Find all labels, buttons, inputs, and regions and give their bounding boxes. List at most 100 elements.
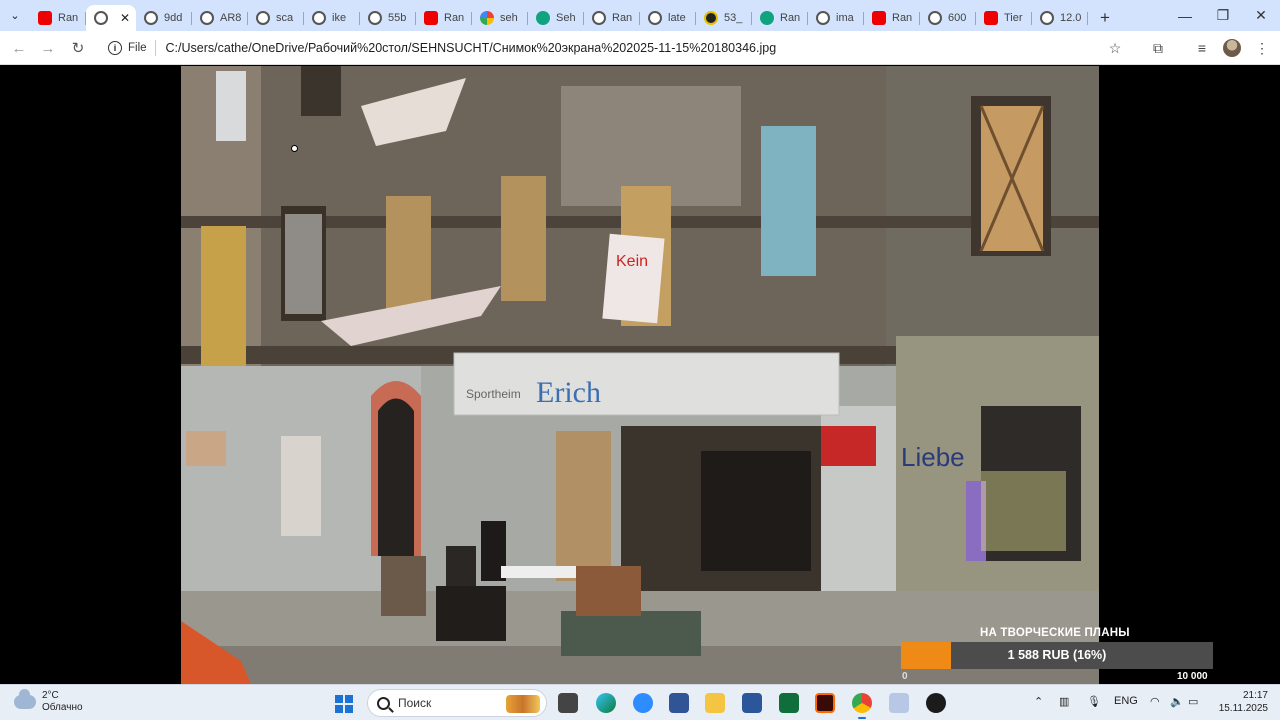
windows-taskbar: 2°C Облачно Поиск ⌃ ▥ 🎙 ENG ◠ 🔈 ▭ 21:17 … (0, 684, 1280, 720)
windows-start-icon[interactable] (335, 695, 353, 713)
google-icon (480, 11, 494, 25)
tab-17[interactable]: Tier (976, 5, 1032, 31)
word-icon[interactable] (742, 693, 762, 713)
close-window-icon[interactable]: ✕ (1242, 0, 1280, 31)
tab-label: Ran (612, 12, 633, 24)
url-text[interactable]: C:/Users/cathe/OneDrive/Рабочий%20стол/S… (166, 41, 777, 55)
globe-icon (1040, 11, 1054, 25)
forward-arrow-icon[interactable]: → (35, 36, 61, 60)
tab-label: 12.0 (1060, 12, 1082, 24)
wifi-icon[interactable]: ◠ (1150, 695, 1160, 708)
globe-icon (592, 11, 606, 25)
tab-label: ima (836, 12, 854, 24)
banner-text: Kein (616, 253, 648, 270)
tab-label: Seh (556, 12, 576, 24)
file-explorer-icon[interactable] (705, 693, 725, 713)
tab-13[interactable]: Ran (752, 5, 808, 31)
tab-10[interactable]: Ran (584, 5, 640, 31)
scheme-label: File (128, 42, 147, 54)
globe-icon (312, 11, 326, 25)
taskbar-search[interactable]: Поиск (367, 689, 547, 717)
donation-max-label: 10 000 (1177, 671, 1208, 682)
minimize-icon[interactable]: — (1166, 0, 1204, 31)
app-green-icon[interactable] (779, 693, 799, 713)
divider (154, 40, 156, 56)
illustrator-icon[interactable] (815, 693, 835, 713)
globe-icon (648, 11, 662, 25)
tab-18[interactable]: 12.0 (1032, 5, 1088, 31)
tab-15[interactable]: Ran (864, 5, 920, 31)
extensions-puzzle-icon[interactable]: ⧉ (1149, 39, 1167, 57)
tab-7[interactable]: Ran (416, 5, 472, 31)
clock-time: 21:17 (1242, 690, 1268, 701)
bookmark-star-icon[interactable]: ☆ (1106, 39, 1124, 57)
image-viewer: Kein Sportheim Erich Liebe (0, 66, 1280, 684)
app-icon (704, 11, 718, 25)
donation-progress-bar: 1 588 RUB (16%) (901, 642, 1213, 669)
battery-icon[interactable]: ▭ (1188, 695, 1198, 708)
snipping-tool-icon[interactable] (889, 693, 909, 713)
volume-icon[interactable]: 🔈 (1170, 695, 1184, 708)
zoom-icon[interactable] (633, 693, 653, 713)
tab-9[interactable]: Seh (528, 5, 584, 31)
tab-1[interactable]: ✕ (86, 5, 136, 31)
chatgpt-icon (760, 11, 774, 25)
tab-label: 9dd (164, 12, 183, 24)
tab-6[interactable]: 55b (360, 5, 416, 31)
tab-close-icon[interactable]: ✕ (120, 11, 130, 25)
office-app-icon[interactable] (669, 693, 689, 713)
new-tab-button[interactable]: + (1092, 5, 1118, 31)
tab-search-chevron-icon[interactable]: ⌄ (0, 0, 30, 31)
profile-avatar[interactable] (1223, 39, 1241, 57)
donation-goal-title: НА ТВОРЧЕСКИЕ ПЛАНЫ (980, 627, 1130, 639)
app-dark-icon[interactable] (926, 693, 946, 713)
clock-date: 15.11.2025 (1218, 703, 1268, 714)
show-hidden-icons-chevron[interactable]: ⌃ (1034, 695, 1043, 708)
donation-amount: 1 588 RUB (16%) (1007, 648, 1107, 662)
reload-icon[interactable]: ↻ (65, 36, 91, 60)
site-info-icon[interactable]: i (108, 41, 122, 55)
tab-5[interactable]: ike (304, 5, 360, 31)
youtube-icon (38, 11, 52, 25)
tab-label: Tier (1004, 12, 1023, 24)
tab-label: seh (500, 12, 518, 24)
tab-label: AR8 (220, 12, 242, 24)
task-manager-icon[interactable]: ▥ (1059, 695, 1069, 708)
tab-label: Ran (58, 12, 79, 24)
globe-icon (816, 11, 830, 25)
globe-icon (368, 11, 382, 25)
tab-8[interactable]: seh (472, 5, 528, 31)
microphone-icon[interactable]: 🎙 (1087, 695, 1101, 708)
donation-min-label: 0 (902, 671, 908, 682)
media-controls-icon[interactable]: ≡ (1193, 39, 1211, 57)
chrome-icon[interactable] (852, 693, 872, 719)
search-highlight-image (506, 695, 540, 713)
tab-12[interactable]: 53_ (696, 5, 752, 31)
tab-3[interactable]: AR8 (192, 5, 248, 31)
task-view-icon[interactable] (558, 693, 578, 713)
tab-0[interactable]: Ran (30, 5, 86, 31)
cloud-icon (14, 689, 36, 709)
search-placeholder: Поиск (398, 696, 432, 710)
tab-4[interactable]: sca (248, 5, 304, 31)
edge-icon[interactable] (596, 693, 616, 713)
tab-strip: ⌄ Ran ✕ 9dd AR8 sca ike 55b Ran seh Seh Ran late 53_… (0, 0, 1280, 31)
restore-icon[interactable]: ❐ (1204, 0, 1242, 31)
weather-widget[interactable]: 2°C Облачно (14, 689, 83, 714)
tab-2[interactable]: 9dd (136, 5, 192, 31)
language-indicator[interactable]: ENG (1114, 695, 1138, 707)
youtube-icon (984, 11, 998, 25)
youtube-icon (424, 11, 438, 25)
tab-label: 600 (948, 12, 967, 24)
back-arrow-icon[interactable]: ← (6, 36, 32, 60)
street-photo[interactable]: Kein Sportheim Erich Liebe (181, 66, 1099, 684)
address-bar[interactable]: i File C:/Users/cathe/OneDrive/Рабочий%2… (100, 34, 1140, 62)
search-icon (377, 696, 390, 710)
globe-icon (256, 11, 270, 25)
tab-16[interactable]: 600 (920, 5, 976, 31)
weather-temp: 2°C (42, 690, 59, 701)
more-menu-icon[interactable]: ⋮ (1253, 39, 1271, 57)
tab-14[interactable]: ima (808, 5, 864, 31)
tab-11[interactable]: late (640, 5, 696, 31)
system-clock[interactable]: 21:17 15.11.2025 (1219, 689, 1268, 715)
